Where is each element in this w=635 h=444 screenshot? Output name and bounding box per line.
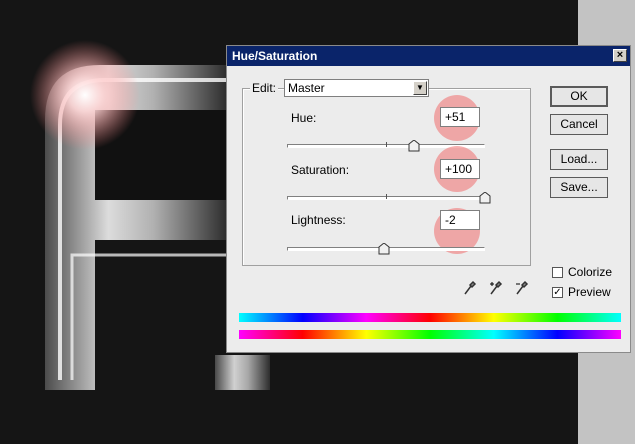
save-button[interactable]: Save... [550,177,608,198]
adjustment-group [242,88,531,266]
saturation-label: Saturation: [291,163,350,177]
saturation-input[interactable]: +100 [440,159,480,179]
cancel-button[interactable]: Cancel [550,114,608,135]
hue-slider-center-tick [386,142,387,147]
chevron-down-icon[interactable]: ▼ [413,81,427,95]
hue-input[interactable]: +51 [440,107,480,127]
dialog-title: Hue/Saturation [232,49,318,63]
edit-channel-select[interactable]: Master ▼ [284,79,429,97]
colorize-checkbox[interactable] [552,267,563,278]
load-button[interactable]: Load... [550,149,608,170]
adjusted-color-bar [239,313,621,322]
lightness-label: Lightness: [291,213,346,227]
dialog-titlebar[interactable]: Hue/Saturation × [227,46,630,66]
eyedropper-plus-icon[interactable] [489,280,503,296]
preview-checkbox[interactable]: ✓ [552,287,563,298]
lightness-value: -2 [445,213,456,227]
edit-channel-value: Master [288,81,325,95]
saturation-slider-thumb[interactable] [479,192,491,204]
saturation-value: +100 [445,162,473,176]
eyedropper-icon[interactable] [463,280,477,296]
eyedropper-minus-icon[interactable] [515,280,529,296]
input-color-bar [239,330,621,339]
close-button[interactable]: × [613,49,627,62]
preview-label: Preview [568,285,611,299]
hue-slider-thumb[interactable] [408,140,420,152]
lightness-slider-thumb[interactable] [378,243,390,255]
edit-label: Edit: [250,81,279,95]
hue-saturation-dialog: Hue/Saturation × Edit: Master ▼ Hue: +51… [226,45,631,353]
hue-value: +51 [445,110,466,124]
hue-label: Hue: [291,111,317,125]
ok-button[interactable]: OK [550,86,608,107]
colorize-label: Colorize [568,265,613,279]
saturation-slider-center-tick [386,194,387,199]
lightness-input[interactable]: -2 [440,210,480,230]
